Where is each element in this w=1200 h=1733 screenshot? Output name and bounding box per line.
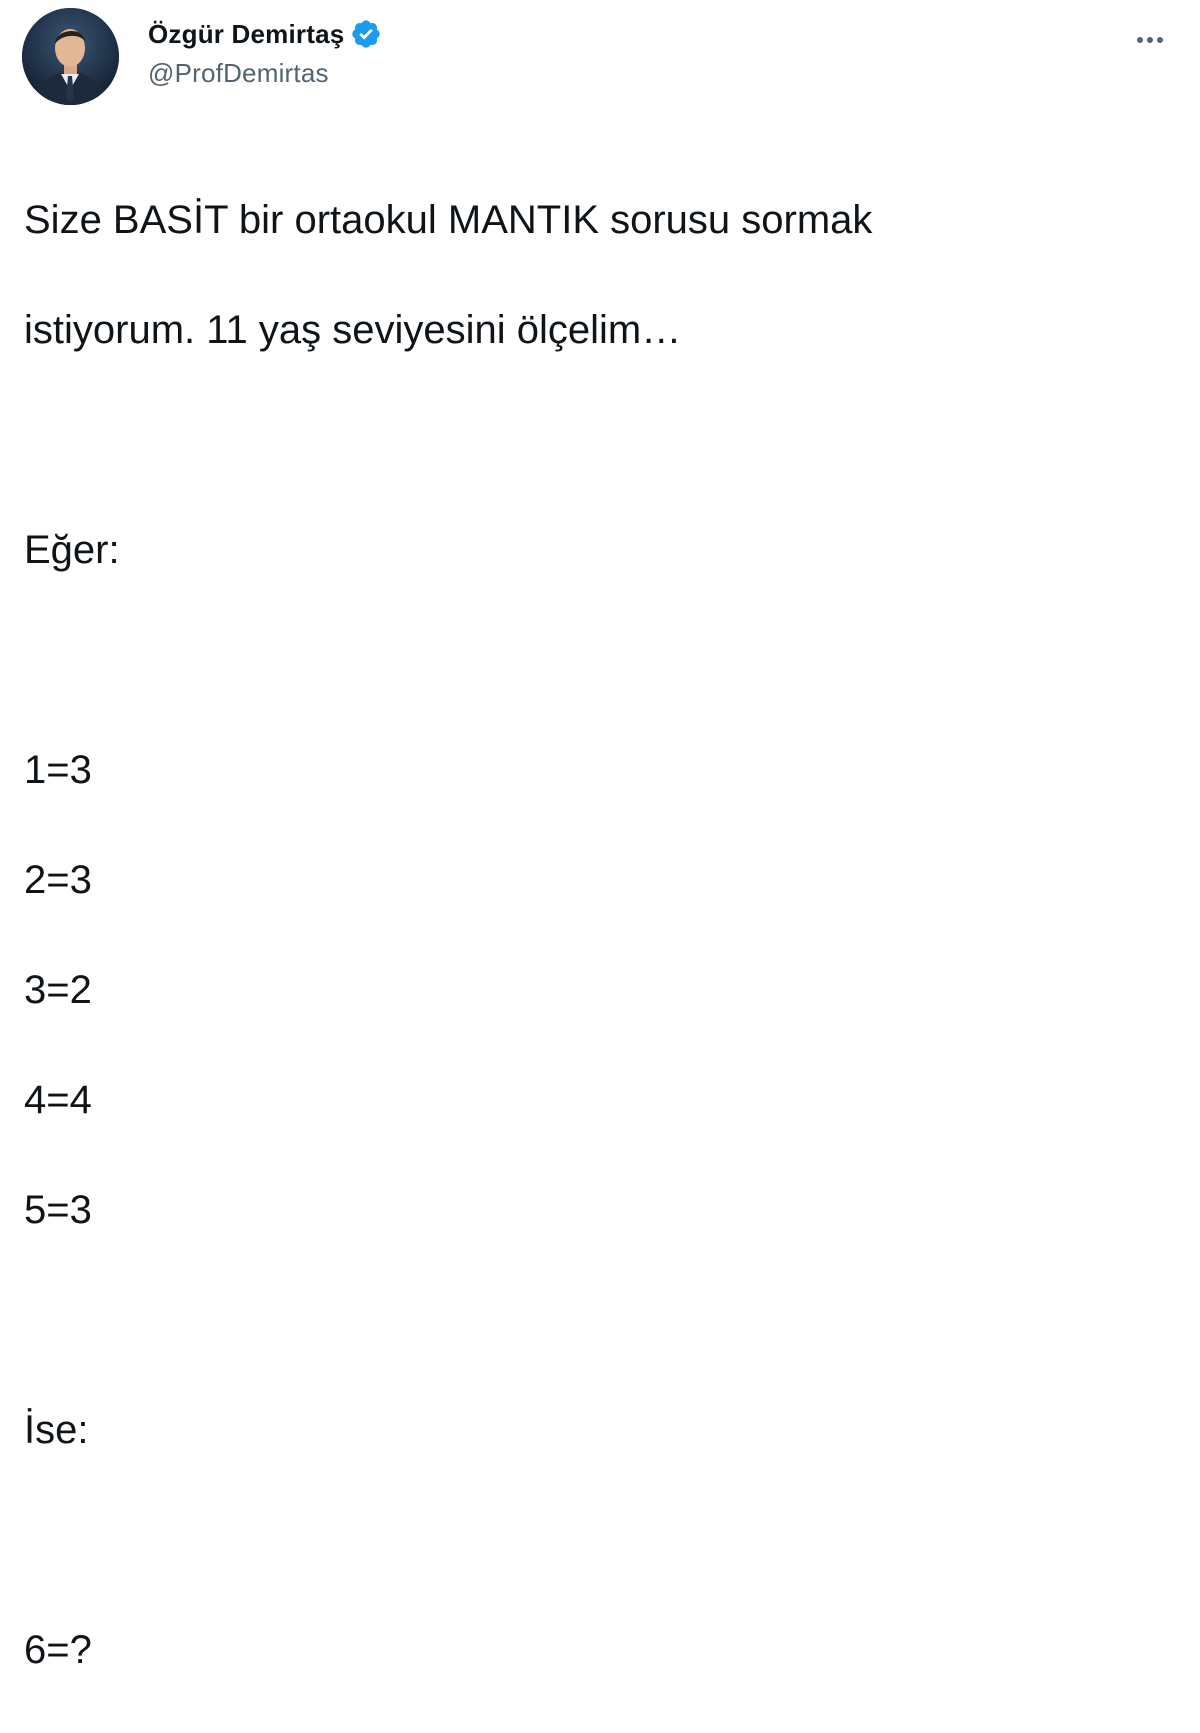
tweet-text-line: 4=4: [24, 1078, 92, 1122]
verified-badge-icon: [350, 18, 382, 50]
tweet: Özgür Demirtaş @ProfDemirtas Size BASİT …: [0, 0, 1200, 1672]
more-options-button[interactable]: [1130, 20, 1170, 60]
avatar[interactable]: [22, 8, 119, 105]
display-name-row: Özgür Demirtaş: [148, 16, 382, 52]
tweet-text-line: İse:: [24, 1408, 89, 1452]
avatar-image: [22, 8, 119, 105]
author-handle[interactable]: @ProfDemirtas: [148, 58, 382, 89]
author-block: Özgür Demirtaş @ProfDemirtas: [148, 16, 382, 89]
tweet-text-line: Size BASİT bir ortaokul MANTIK sorusu so…: [24, 198, 873, 242]
tweet-text-line: 2=3: [24, 858, 92, 902]
tweet-header: Özgür Demirtaş @ProfDemirtas: [22, 8, 1182, 108]
tweet-text-line: 3=2: [24, 968, 92, 1012]
tweet-text-line: 6=?: [24, 1628, 92, 1672]
tweet-text-line: 1=3: [24, 748, 92, 792]
tweet-text-line: Eğer:: [24, 528, 120, 572]
display-name[interactable]: Özgür Demirtaş: [148, 19, 344, 50]
tweet-text-line: 5=3: [24, 1188, 92, 1232]
tweet-text-line: istiyorum. 11 yaş seviyesini ölçelim…: [24, 308, 682, 352]
more-horizontal-icon: [1137, 37, 1163, 43]
